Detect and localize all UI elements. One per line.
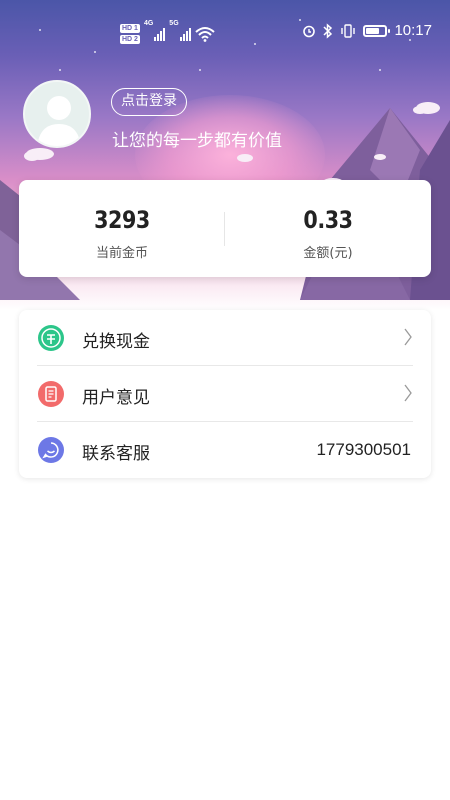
coins-label: 当前金币	[95, 246, 148, 261]
bluetooth-icon	[323, 22, 333, 39]
network-type-label: 4G	[143, 20, 154, 27]
menu-card: 兑换现金 用户意见 联系客服 1779300501	[19, 310, 431, 478]
stats-card: 3293 当前金币 0.33 金额(元)	[19, 180, 431, 277]
status-bar-right: 10:17	[302, 22, 432, 39]
vibrate-icon	[341, 23, 356, 38]
customer-service-icon	[38, 437, 64, 463]
customer-service-number[interactable]: 1779300501	[316, 440, 411, 460]
wifi-icon	[194, 27, 215, 42]
coins-stat[interactable]: 3293 当前金币	[19, 180, 225, 277]
status-bar: HD 1 HD 2 4G 5G 10:17	[0, 0, 450, 66]
menu-item-exchange-cash[interactable]: 兑换现金	[19, 310, 431, 366]
feedback-icon	[38, 381, 64, 407]
avatar[interactable]	[23, 80, 91, 148]
status-bar-left: HD 1 HD 2 4G 5G	[120, 20, 215, 48]
amount-label: 金额(元)	[303, 246, 353, 261]
menu-item-feedback[interactable]: 用户意见	[19, 366, 431, 422]
signal-icon-2	[179, 27, 191, 41]
coins-value: 3293	[94, 206, 150, 234]
login-button[interactable]: 点击登录	[111, 88, 187, 116]
battery-icon	[363, 24, 391, 37]
chevron-right-icon	[404, 384, 412, 402]
menu-item-label: 兑换现金	[82, 332, 150, 352]
amount-value: 0.33	[303, 206, 353, 234]
alarm-icon	[303, 25, 316, 37]
menu-item-customer-service[interactable]: 联系客服 1779300501	[19, 422, 431, 478]
network-type-label-2: 5G	[169, 20, 179, 27]
menu-item-label: 联系客服	[82, 444, 150, 464]
chevron-right-icon	[404, 328, 412, 346]
cash-exchange-icon	[38, 325, 64, 351]
menu-item-label: 用户意见	[82, 388, 150, 408]
signal-icon	[154, 27, 166, 41]
status-time: 10:17	[394, 22, 432, 39]
profile-tagline: 让您的每一步都有价值	[112, 131, 282, 151]
hd-icon: HD 1 HD 2	[120, 24, 140, 44]
amount-stat[interactable]: 0.33 金额(元)	[225, 180, 431, 277]
